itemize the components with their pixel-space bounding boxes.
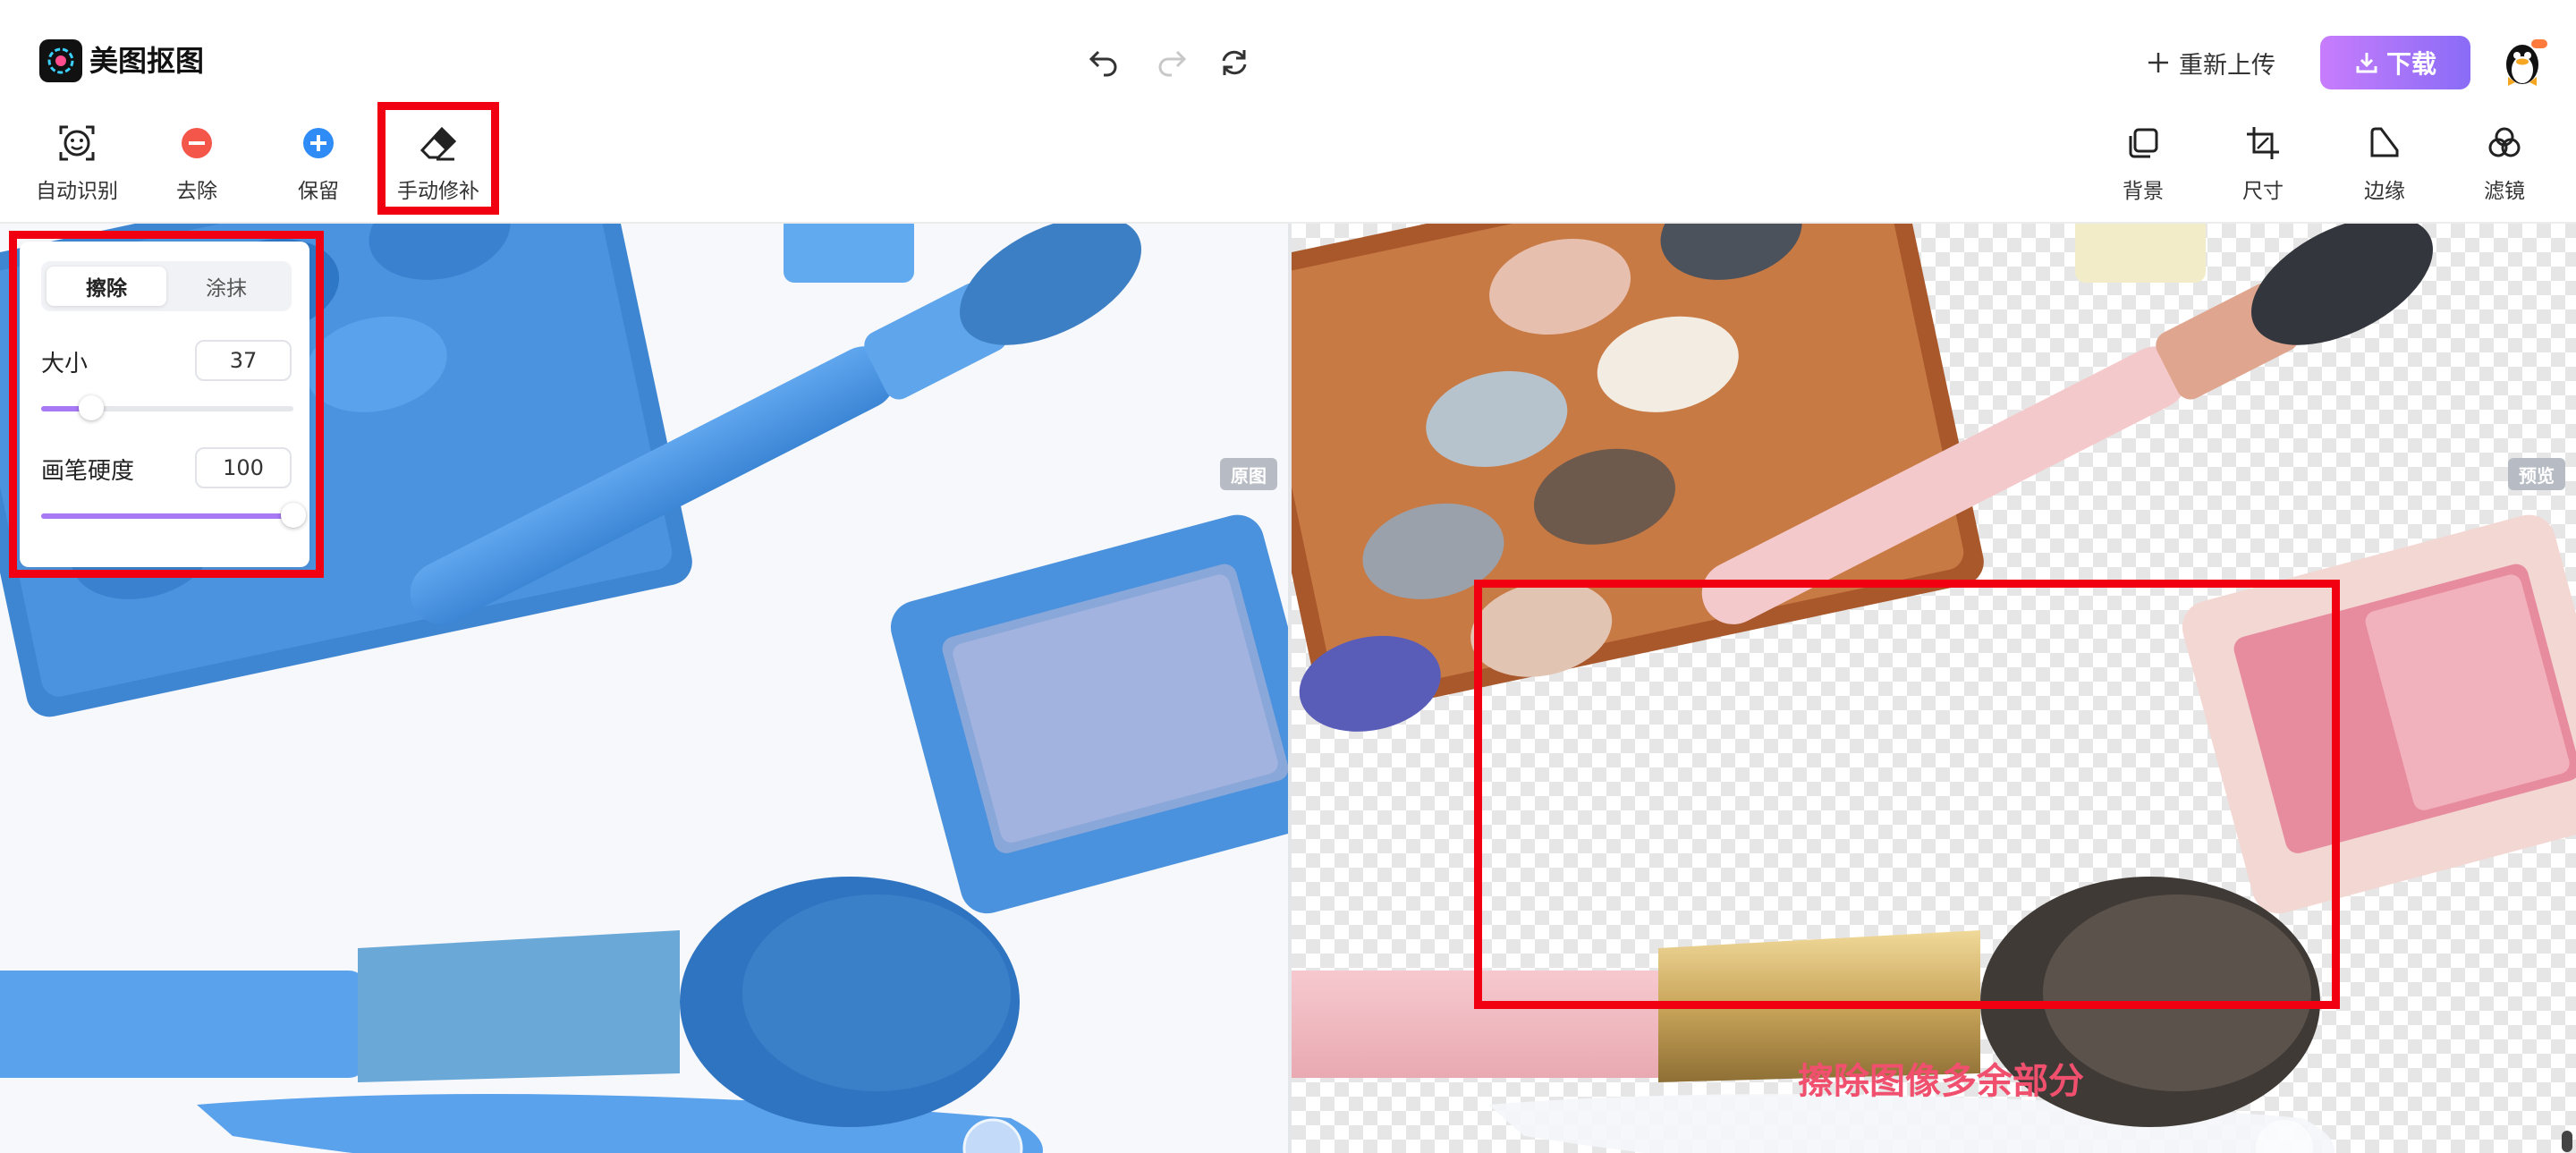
tool-size[interactable]: 尺寸 xyxy=(2209,120,2317,209)
download-label: 下载 xyxy=(2385,49,2436,79)
tool-label: 背景 xyxy=(2123,180,2164,203)
tool-label: 自动识别 xyxy=(36,180,118,203)
redo-icon xyxy=(1158,50,1187,77)
layers-icon xyxy=(2129,128,2158,158)
undo-icon xyxy=(1089,50,1117,77)
highlight-manual-repair xyxy=(377,102,499,215)
tool-label: 尺寸 xyxy=(2242,180,2284,203)
reupload-label: 重新上传 xyxy=(2179,51,2275,80)
scrollbar-thumb[interactable] xyxy=(2562,1131,2572,1152)
tool-label: 边缘 xyxy=(2364,180,2405,203)
penguin-avatar-icon xyxy=(2506,39,2547,86)
reupload-button[interactable]: 重新上传 xyxy=(2147,41,2275,84)
highlight-preview-area xyxy=(1474,580,2340,1009)
tool-label: 滤镜 xyxy=(2484,180,2525,203)
highlight-brush-panel xyxy=(9,231,324,578)
tool-edge[interactable]: 边缘 xyxy=(2331,120,2438,209)
redo-button[interactable] xyxy=(1150,41,1193,84)
annotation-caption: 擦除图像多余部分 xyxy=(1798,1061,2084,1102)
tool-auto-detect[interactable]: 自动识别 xyxy=(23,120,131,209)
edge-icon xyxy=(2370,127,2399,157)
crop-icon xyxy=(2247,127,2279,159)
plus-circle-icon xyxy=(303,128,334,158)
download-icon xyxy=(2356,53,2377,73)
preview-tag: 预览 xyxy=(2508,458,2565,490)
minus-circle-icon xyxy=(182,128,212,158)
tool-keep[interactable]: 保留 xyxy=(265,120,372,209)
tool-filter[interactable]: 滤镜 xyxy=(2451,120,2558,209)
plus-icon xyxy=(2148,53,2168,72)
tool-background[interactable]: 背景 xyxy=(2089,120,2197,209)
original-tag: 原图 xyxy=(1220,458,1277,490)
app-name: 美图抠图 xyxy=(89,44,205,78)
reset-button[interactable] xyxy=(1213,41,1256,84)
tool-remove[interactable]: 去除 xyxy=(143,120,250,209)
tool-label: 去除 xyxy=(176,180,217,203)
refresh-icon xyxy=(1222,50,1247,75)
app-logo-icon xyxy=(47,47,74,74)
tool-label: 保留 xyxy=(298,180,339,203)
download-button[interactable]: 下载 xyxy=(2320,36,2470,89)
filter-icon xyxy=(2488,127,2521,157)
app-logo[interactable] xyxy=(39,39,82,82)
smiley-scan-icon xyxy=(59,125,95,161)
user-avatar[interactable] xyxy=(2496,36,2549,89)
undo-button[interactable] xyxy=(1082,41,1125,84)
